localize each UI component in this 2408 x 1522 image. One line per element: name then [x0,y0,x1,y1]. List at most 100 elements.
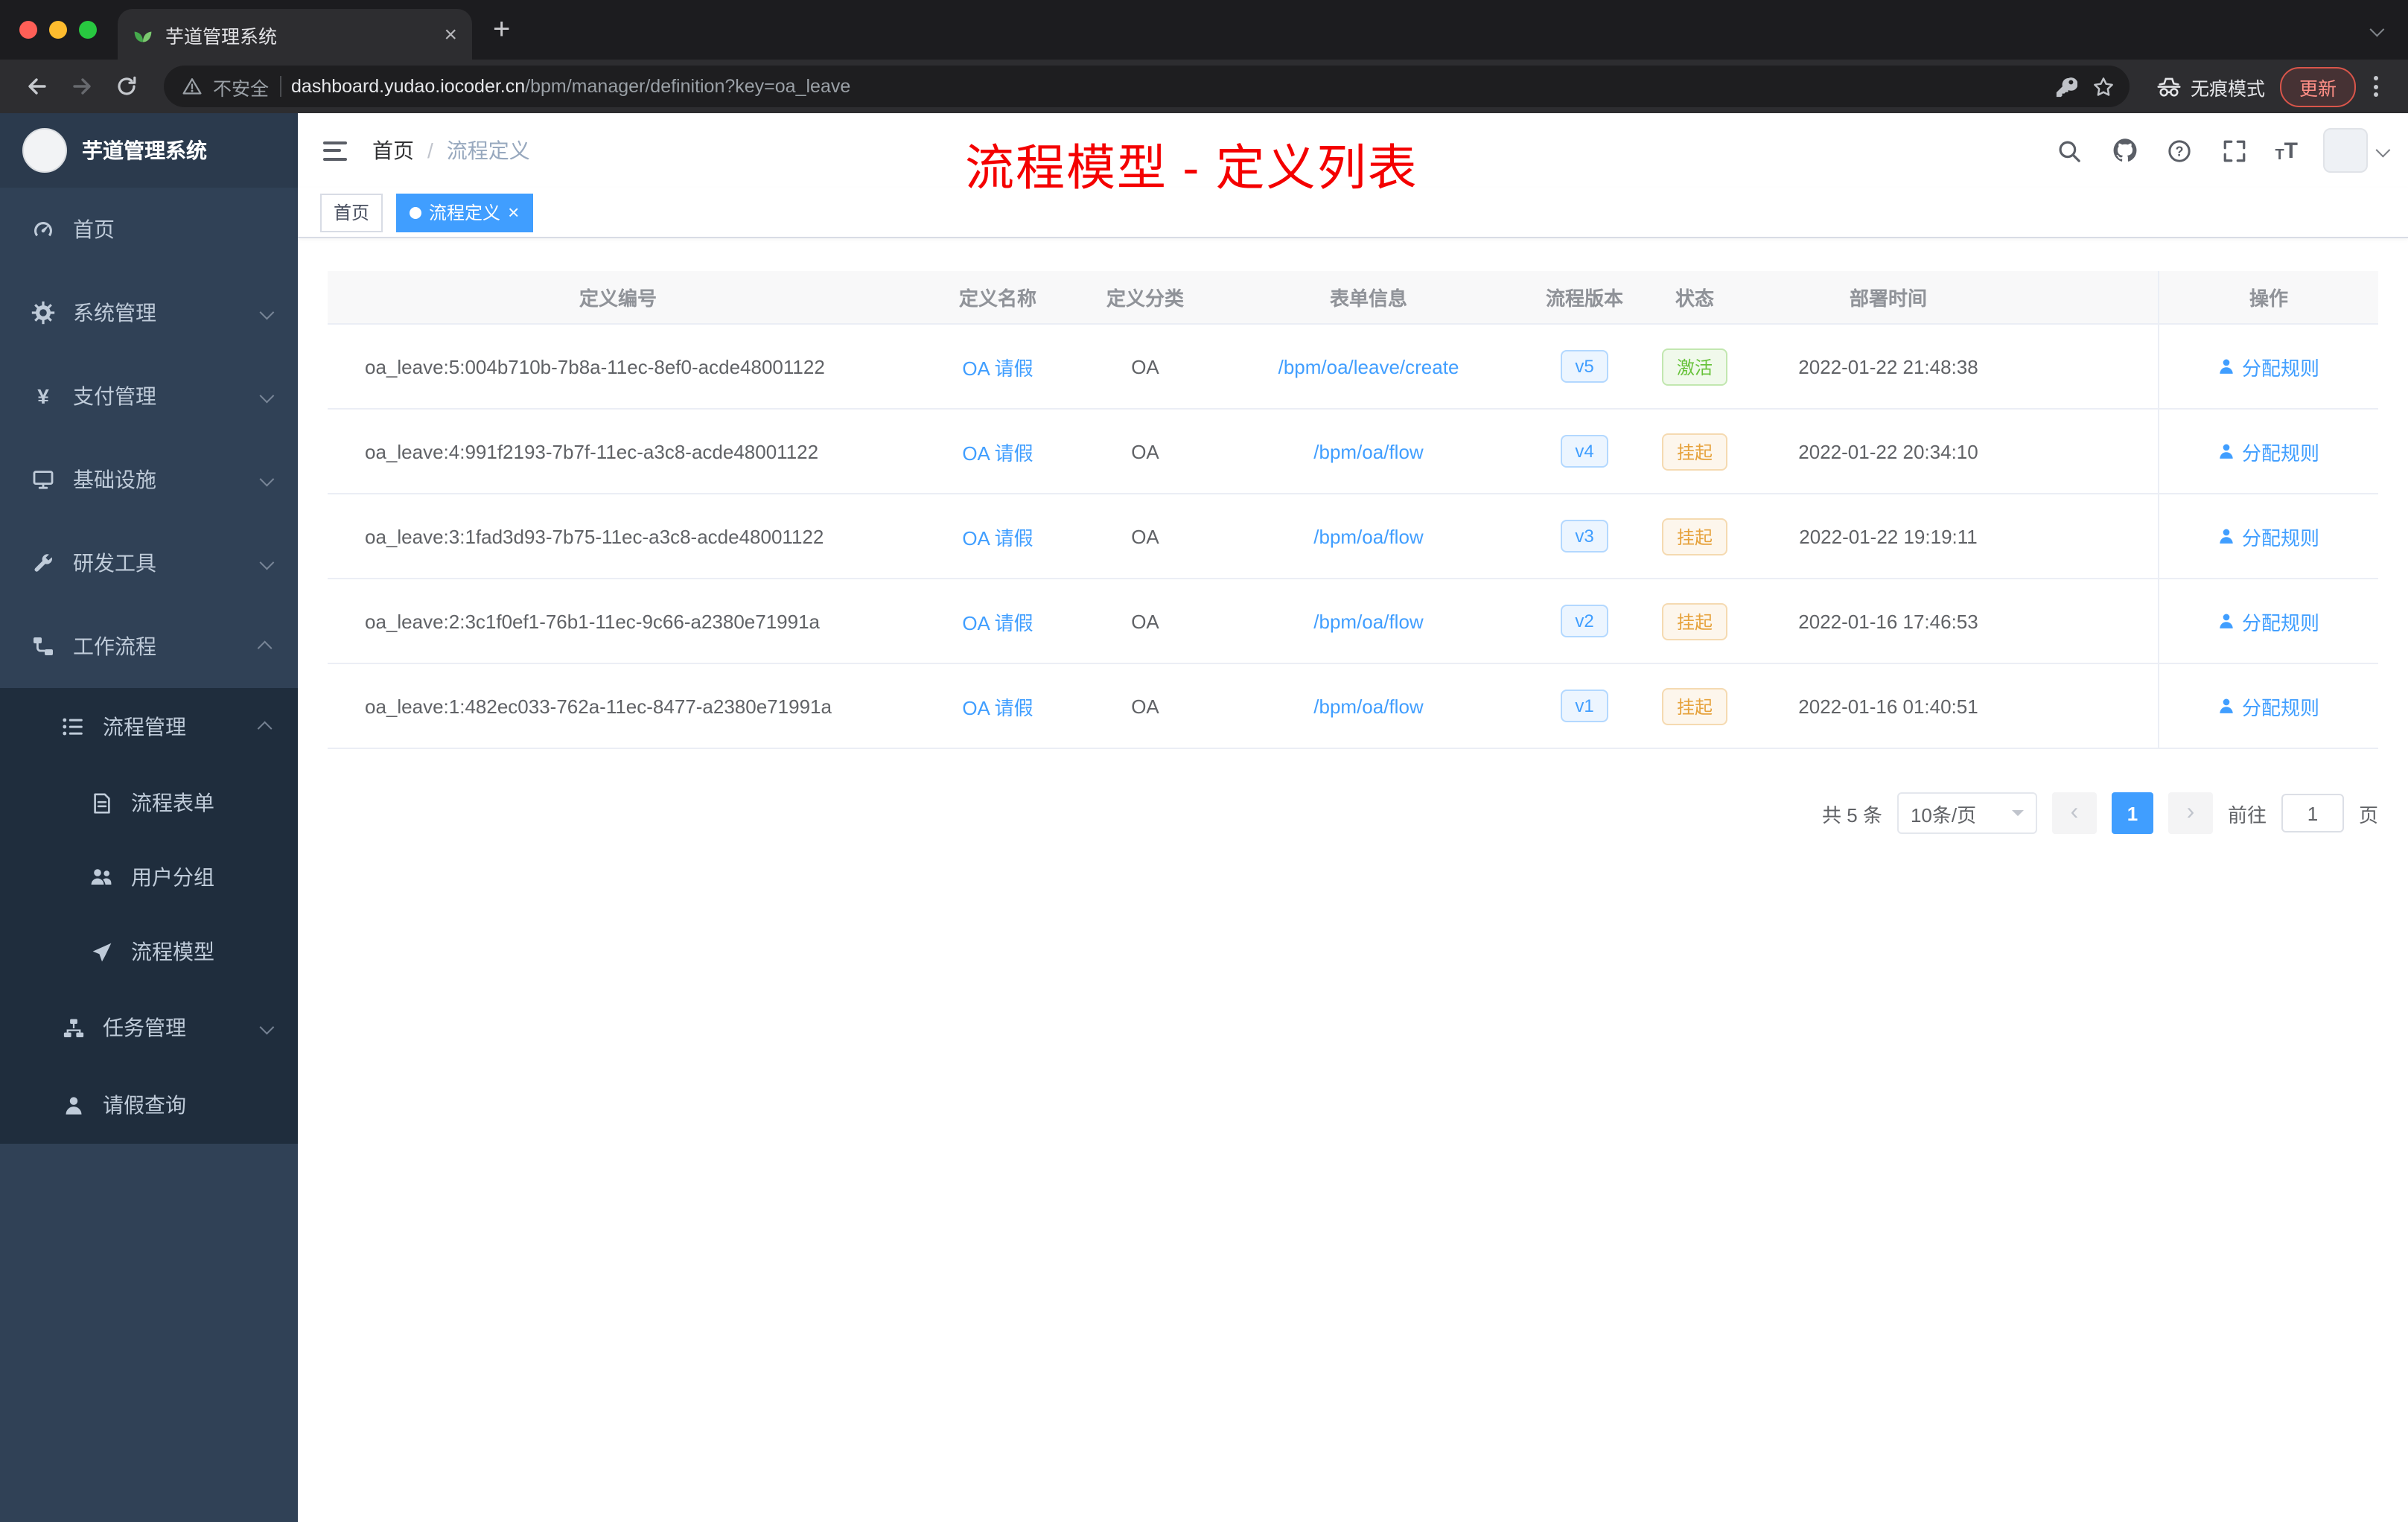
tag-close-icon[interactable]: × [508,203,519,222]
tag-home[interactable]: 首页 [320,193,383,232]
status-badge: 激活 [1661,348,1727,385]
chevron-down-icon [259,471,275,486]
user-avatar-menu[interactable] [2323,128,2391,173]
assign-rule-link[interactable]: 分配规则 [2218,522,2319,550]
sidebar-item-label: 流程管理 [103,715,186,739]
cell-category: OA [1131,440,1159,462]
sidebar-item-system[interactable]: 系统管理 [0,271,298,354]
password-key-icon[interactable] [2055,75,2077,98]
breadcrumb-separator: / [427,138,433,162]
sidebar-logo[interactable]: 芋道管理系统 [0,113,298,188]
cell-deploy-time: 2022-01-22 19:19:11 [1799,525,1978,547]
form-link[interactable]: /bpm/oa/flow [1313,440,1423,462]
font-size-icon[interactable]: TT [2275,138,2298,163]
tab-search-chevron-icon[interactable] [2369,16,2385,43]
form-link[interactable]: /bpm/oa/flow [1313,610,1423,632]
form-link[interactable]: /bpm/oa/leave/create [1278,355,1459,378]
sidebar-item-workflow[interactable]: 工作流程 [0,605,298,688]
new-tab-button[interactable]: + [493,13,510,47]
definition-name-link[interactable]: OA 请假 [962,696,1033,719]
sidebar-item-infrastructure[interactable]: 基础设施 [0,438,298,521]
goto-label: 前往 [2227,803,2267,826]
sidebar-item-task-mgmt[interactable]: 任务管理 [0,989,298,1066]
sidebar-item-label: 任务管理 [103,1016,186,1039]
browser-tab[interactable]: 芋道管理系统 × [118,9,472,60]
sidebar-item-label: 工作流程 [73,634,156,658]
user-icon [2220,614,2234,628]
assign-rule-link[interactable]: 分配规则 [2218,607,2319,635]
tag-process-definition[interactable]: 流程定义 × [396,193,533,232]
definition-name-link[interactable]: OA 请假 [962,611,1033,634]
assign-rule-link[interactable]: 分配规则 [2218,352,2319,380]
sidebar-item-home[interactable]: 首页 [0,188,298,271]
cell-definition-id: oa_leave:1:482ec033-762a-11ec-8477-a2380… [365,695,832,717]
chrome-update-button[interactable]: 更新 [2279,66,2356,106]
annotation-text: 流程模型 - 定义列表 [965,140,1418,195]
forward-button[interactable] [63,67,101,106]
tab-close-icon[interactable]: × [444,22,457,47]
url-text[interactable]: dashboard.yudao.iocoder.cn/bpm/manager/d… [291,76,2045,97]
assign-rule-link[interactable]: 分配规则 [2218,437,2319,465]
url-domain: dashboard.yudao.iocoder.cn [291,76,526,97]
sidebar-item-user-group[interactable]: 用户分组 [0,840,298,914]
cell-form-info: /bpm/oa/flow [1203,695,1534,717]
security-label[interactable]: 不安全 [213,72,269,101]
form-link[interactable]: /bpm/oa/flow [1313,695,1423,717]
column-header: 定义分类 [1106,287,1184,310]
prev-page-button[interactable]: ‹ [2051,792,2097,834]
sidebar-item-process-model[interactable]: 流程模型 [0,914,298,989]
window-controls [19,21,97,39]
help-icon[interactable]: ? [2165,136,2194,165]
sidebar-item-process-form[interactable]: 流程表单 [0,765,298,840]
page-size-select[interactable]: 10条/页 [1896,792,2037,834]
page-size-value: 10条/页 [1910,803,1977,826]
person-icon [61,1093,85,1117]
hamburger-icon[interactable] [298,141,372,160]
chevron-up-icon [257,720,273,736]
cell-actions: 分配规则 [2158,325,2378,408]
next-page-button[interactable]: › [2167,792,2213,834]
minimize-window-button[interactable] [49,21,67,39]
column-header: 状态 [1675,287,1714,310]
close-window-button[interactable] [19,21,37,39]
assign-rule-link[interactable]: 分配规则 [2218,692,2319,720]
version-badge: v1 [1560,690,1609,722]
bookmark-star-icon[interactable] [2092,75,2115,98]
reload-button[interactable] [107,67,146,106]
avatar [2323,128,2368,173]
form-link[interactable]: /bpm/oa/flow [1313,525,1423,547]
sidebar-item-devtools[interactable]: 研发工具 [0,521,298,605]
browser-toolbar: 不安全 dashboard.yudao.iocoder.cn/bpm/manag… [0,60,2408,113]
search-icon[interactable] [2054,136,2084,165]
page-number-button[interactable]: 1 [2111,792,2153,834]
zoom-window-button[interactable] [79,21,97,39]
chevron-down-icon [259,554,275,570]
definition-name-link[interactable]: OA 请假 [962,357,1033,379]
column-header: 流程版本 [1545,287,1623,310]
github-icon[interactable] [2109,136,2139,165]
incognito-icon [2156,74,2182,99]
sidebar-item-payment[interactable]: ¥ 支付管理 [0,354,298,438]
definition-name-link[interactable]: OA 请假 [962,526,1033,549]
security-warning-icon[interactable] [182,76,203,97]
sidebar-item-process-mgmt[interactable]: 流程管理 [0,688,298,765]
app-root: 芋道管理系统 首页 系统管理 ¥ 支付管理 基础设施 研发工具 工作流程 流程管… [0,113,2408,1522]
wrench-icon [31,551,55,575]
browser-menu-icon[interactable] [2362,76,2390,97]
sidebar-item-label: 流程表单 [131,791,214,815]
svg-text:?: ? [2176,143,2184,158]
fullscreen-icon[interactable] [2220,136,2249,165]
page-unit-label: 页 [2358,803,2378,826]
cell-version: v3 [1534,520,1635,553]
breadcrumb-home[interactable]: 首页 [372,136,414,165]
back-button[interactable] [18,67,57,106]
sidebar-item-leave-query[interactable]: 请假查询 [0,1066,298,1144]
sidebar: 芋道管理系统 首页 系统管理 ¥ 支付管理 基础设施 研发工具 工作流程 流程管… [0,113,298,1522]
address-bar[interactable]: 不安全 dashboard.yudao.iocoder.cn/bpm/manag… [164,66,2130,107]
goto-page-input[interactable] [2281,794,2344,832]
screenshot-root: 芋道管理系统 × + 不安全 dashboard.yudao.iocoder.c… [0,0,2408,1522]
cell-deploy-time: 2022-01-16 17:46:53 [1798,610,1978,632]
incognito-label: 无痕模式 [2190,78,2265,99]
definition-name-link[interactable]: OA 请假 [962,442,1033,464]
cell-definition-name: OA 请假 [908,352,1087,380]
